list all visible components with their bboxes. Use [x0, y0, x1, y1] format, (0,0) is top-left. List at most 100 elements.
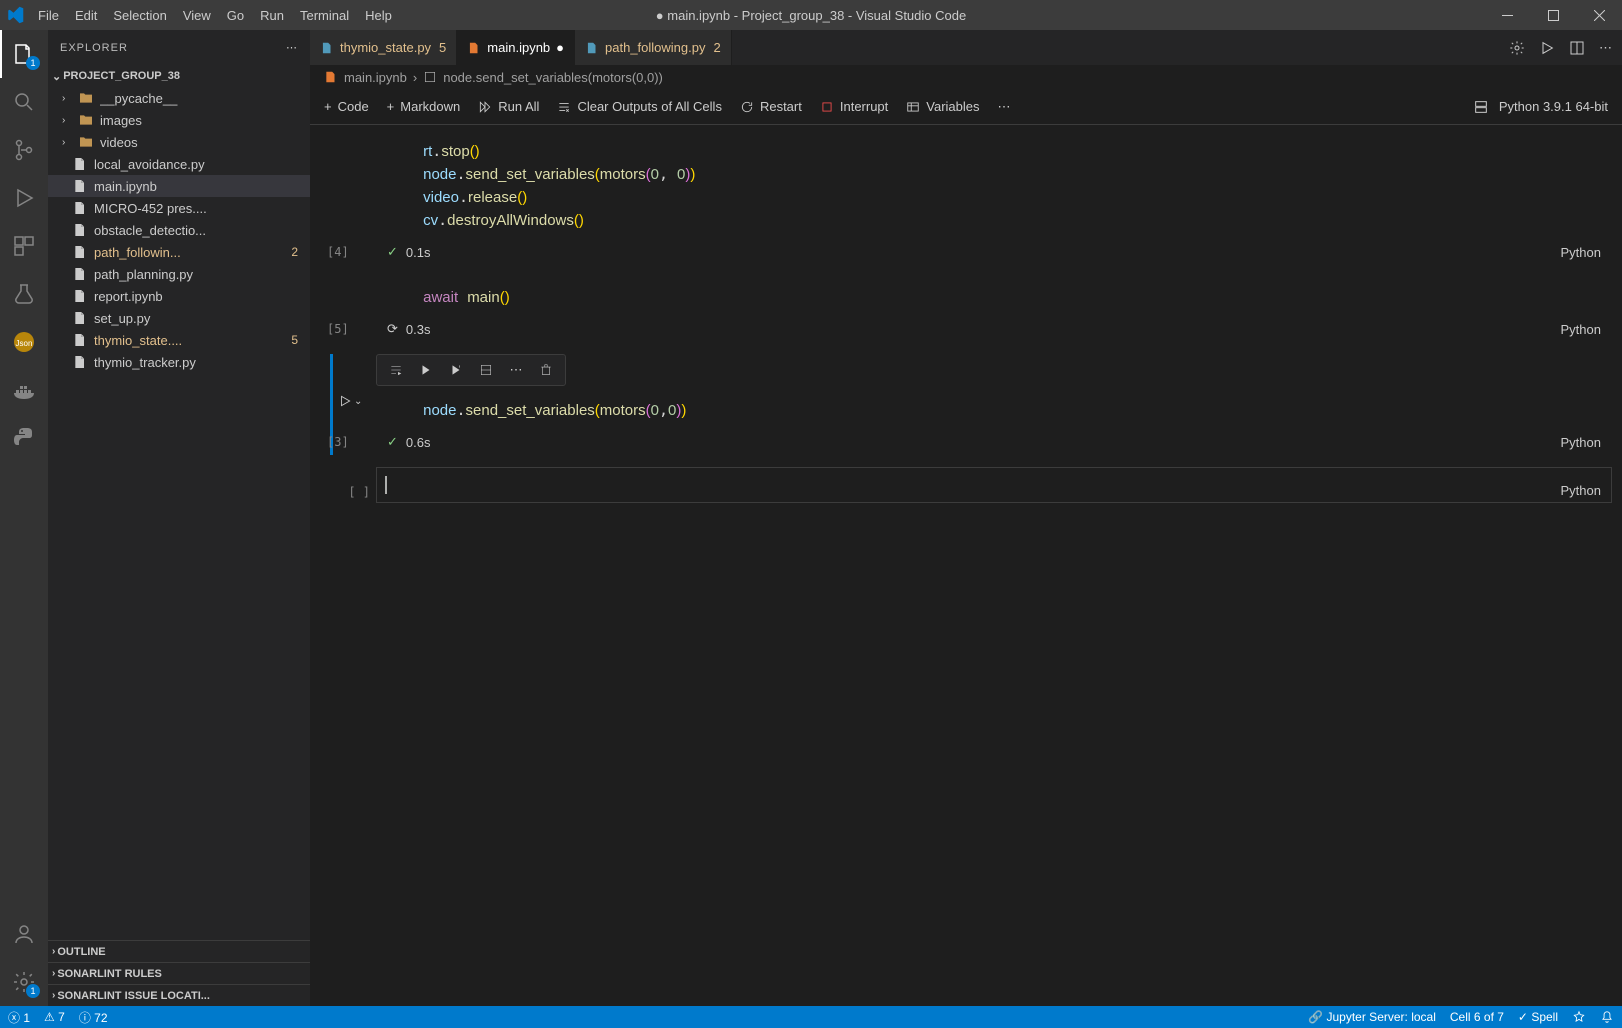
folder-icon — [78, 112, 94, 128]
status-warnings[interactable]: ⚠ 7 — [44, 1010, 65, 1024]
activity-badge: 1 — [26, 56, 40, 70]
delete-cell-icon[interactable] — [535, 359, 557, 381]
file-item[interactable]: set_up.py — [48, 307, 310, 329]
menu-help[interactable]: Help — [357, 8, 400, 23]
minimize-button[interactable] — [1484, 0, 1530, 30]
notebook-cell[interactable]: [ ]Python — [320, 467, 1612, 503]
run-icon[interactable] — [1539, 40, 1555, 56]
menu-terminal[interactable]: Terminal — [292, 8, 357, 23]
svg-text:Json: Json — [16, 339, 33, 348]
execute-cell-icon[interactable] — [415, 359, 437, 381]
cell-language[interactable]: Python — [1561, 245, 1601, 260]
tab[interactable]: thymio_state.py5 — [310, 30, 457, 65]
search-icon[interactable] — [0, 78, 48, 126]
file-icon — [72, 288, 88, 304]
section-header[interactable]: ›SONARLINT ISSUE LOCATI... — [48, 984, 310, 1006]
account-icon[interactable] — [0, 910, 48, 958]
menu-run[interactable]: Run — [252, 8, 292, 23]
variables-button[interactable]: Variables — [906, 99, 979, 114]
interrupt-button[interactable]: Interrupt — [820, 99, 888, 114]
status-info[interactable]: ⓘ 72 — [79, 1009, 108, 1026]
file-icon — [72, 156, 88, 172]
add-markdown-button[interactable]: +Markdown — [387, 99, 461, 114]
restart-button[interactable]: Restart — [740, 99, 802, 114]
menu-file[interactable]: File — [30, 8, 67, 23]
cell-language[interactable]: Python — [1551, 479, 1611, 502]
source-control-icon[interactable] — [0, 126, 48, 174]
cell-editor[interactable]: rt.stop() node.send_set_variables(motors… — [377, 132, 1611, 240]
breadcrumb[interactable]: main.ipynb › node.send_set_variables(mot… — [310, 65, 1622, 89]
cell-editor[interactable]: await main() — [377, 278, 1611, 317]
status-errors[interactable]: ⓧ 1 — [8, 1009, 30, 1026]
notebook-toolbar: +Code +Markdown Run All Clear Outputs of… — [310, 89, 1622, 125]
tab[interactable]: path_following.py2 — [575, 30, 732, 65]
status-jupyter[interactable]: 🔗 Jupyter Server: local — [1308, 1010, 1436, 1024]
tab-settings-icon[interactable] — [1509, 40, 1525, 56]
python-icon[interactable] — [0, 414, 48, 462]
file-item[interactable]: MICRO-452 pres.... — [48, 197, 310, 219]
file-icon — [72, 178, 88, 194]
file-item[interactable]: ›images — [48, 109, 310, 131]
run-all-button[interactable]: Run All — [478, 99, 539, 114]
toolbar-more-icon[interactable]: ⋯ — [998, 99, 1011, 115]
menu-view[interactable]: View — [175, 8, 219, 23]
file-item[interactable]: report.ipynb — [48, 285, 310, 307]
file-item[interactable]: path_followin...2 — [48, 241, 310, 263]
run-by-line-icon[interactable] — [385, 359, 407, 381]
menu-edit[interactable]: Edit — [67, 8, 105, 23]
docker-icon[interactable] — [0, 366, 48, 414]
notebook-body[interactable]: rt.stop() node.send_set_variables(motors… — [310, 125, 1622, 1006]
extensions-icon[interactable] — [0, 222, 48, 270]
sidebar-more-icon[interactable]: ⋯ — [286, 41, 298, 54]
settings-icon[interactable]: 1 — [0, 958, 48, 1006]
run-debug-icon[interactable] — [0, 174, 48, 222]
close-button[interactable] — [1576, 0, 1622, 30]
cell-language[interactable]: Python — [1561, 322, 1601, 337]
project-header[interactable]: ⌄ PROJECT_GROUP_38 — [48, 65, 310, 87]
json-icon[interactable]: Json — [0, 318, 48, 366]
cell-more-icon[interactable]: ⋯ — [505, 359, 527, 381]
notebook-cell[interactable]: ⋯⌄ node.send_set_variables(motors(0,0)) … — [320, 354, 1612, 455]
exec-time: 0.6s — [406, 435, 431, 450]
status-spell[interactable]: ✓ Spell — [1518, 1010, 1558, 1024]
status-feedback-icon[interactable] — [1572, 1010, 1586, 1024]
breadcrumb-symbol[interactable]: node.send_set_variables(motors(0,0)) — [443, 70, 663, 85]
file-item[interactable]: thymio_state....5 — [48, 329, 310, 351]
split-icon[interactable] — [1569, 40, 1585, 56]
status-bell-icon[interactable] — [1600, 1010, 1614, 1024]
kernel-selector[interactable]: Python 3.9.1 64-bit — [1499, 99, 1608, 114]
file-item[interactable]: local_avoidance.py — [48, 153, 310, 175]
notebook-cell[interactable]: rt.stop() node.send_set_variables(motors… — [320, 131, 1612, 265]
section-header[interactable]: ›SONARLINT RULES — [48, 962, 310, 984]
execute-above-icon[interactable] — [445, 359, 467, 381]
file-item[interactable]: main.ipynb — [48, 175, 310, 197]
testing-icon[interactable] — [0, 270, 48, 318]
file-icon — [72, 200, 88, 216]
section-header[interactable]: ›OUTLINE — [48, 940, 310, 962]
file-item[interactable]: path_planning.py — [48, 263, 310, 285]
status-cell[interactable]: Cell 6 of 7 — [1450, 1010, 1504, 1024]
cell-editor[interactable]: Python — [376, 467, 1612, 503]
cell-editor[interactable]: node.send_set_variables(motors(0,0)) — [377, 391, 1611, 430]
cell-language[interactable]: Python — [1561, 435, 1601, 450]
breadcrumb-file[interactable]: main.ipynb — [344, 70, 407, 85]
file-item[interactable]: ›videos — [48, 131, 310, 153]
file-icon — [467, 41, 481, 55]
file-item[interactable]: thymio_tracker.py — [48, 351, 310, 373]
file-icon — [324, 70, 338, 84]
file-item[interactable]: ›__pycache__ — [48, 87, 310, 109]
menu-go[interactable]: Go — [219, 8, 252, 23]
split-cell-icon[interactable] — [475, 359, 497, 381]
explorer-icon[interactable]: 1 — [0, 30, 48, 78]
add-code-button[interactable]: +Code — [324, 99, 369, 114]
notebook-cell[interactable]: await main() [5]⟳0.3sPython — [320, 277, 1612, 342]
file-item[interactable]: obstacle_detectio... — [48, 219, 310, 241]
clear-outputs-button[interactable]: Clear Outputs of All Cells — [557, 99, 722, 114]
tab-more-icon[interactable]: ⋯ — [1599, 40, 1612, 56]
exec-time: 0.3s — [406, 322, 431, 337]
menu-selection[interactable]: Selection — [105, 8, 174, 23]
run-cell-gutter[interactable]: ⌄ — [338, 394, 362, 408]
tab[interactable]: main.ipynb● — [457, 30, 575, 65]
file-icon — [72, 244, 88, 260]
maximize-button[interactable] — [1530, 0, 1576, 30]
